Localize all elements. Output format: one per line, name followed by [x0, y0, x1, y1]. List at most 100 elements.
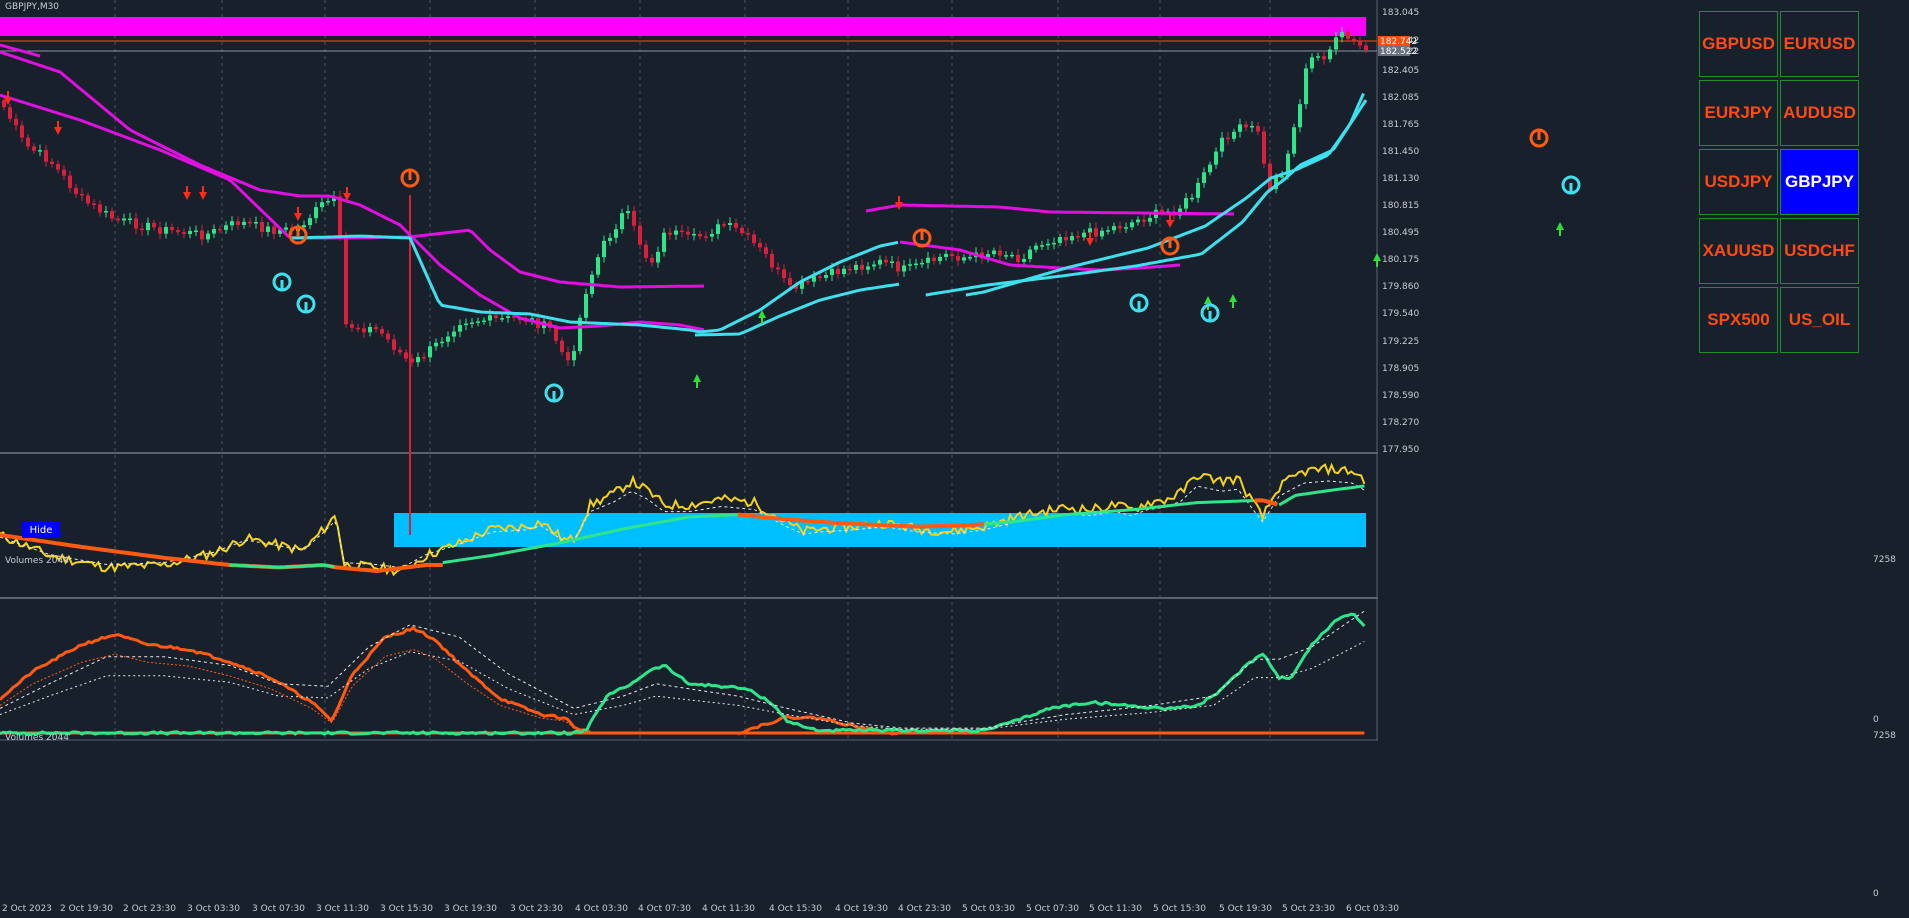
- time-tick-label: 5 Oct 23:30: [1282, 904, 1335, 914]
- candle-body: [560, 340, 564, 353]
- symbol-button-eurusd[interactable]: EURUSD: [1780, 11, 1859, 77]
- candle-body: [68, 175, 72, 188]
- candle-body: [1298, 104, 1302, 128]
- candle-body: [272, 226, 276, 234]
- candle-body: [584, 293, 588, 318]
- candles: [2, 27, 1368, 367]
- chart-canvas[interactable]: 183.045 182.742182.522 182.405 182.085 181.7…: [0, 0, 1909, 918]
- candle-body: [920, 262, 924, 265]
- time-tick-label: 5 Oct 03:30: [962, 904, 1015, 914]
- candle-body: [1076, 236, 1080, 238]
- candle-body: [458, 325, 462, 332]
- volume-orange-line: [1254, 498, 1278, 507]
- candle-body: [770, 253, 774, 268]
- candle-body: [1292, 127, 1296, 154]
- candle-body: [968, 257, 972, 259]
- candle-body: [860, 264, 864, 270]
- time-tick-label: 3 Oct 03:30: [187, 904, 240, 914]
- candle-body: [1358, 40, 1362, 46]
- candle-body: [758, 243, 762, 248]
- candle-body: [1064, 237, 1068, 241]
- candle-body: [350, 324, 354, 328]
- time-tick-label: 2 Oct 2023: [2, 904, 52, 914]
- candle-body: [656, 251, 660, 263]
- candle-body: [1208, 164, 1212, 173]
- candle-body: [1106, 230, 1110, 232]
- candle-body: [494, 315, 498, 319]
- candle-body: [1196, 182, 1200, 198]
- resistance-zone: [0, 17, 1366, 36]
- symbol-button-audusd[interactable]: AUDUSD: [1780, 80, 1859, 146]
- sell-arrow: [294, 213, 302, 221]
- candle-body: [1082, 232, 1086, 238]
- candle-body: [56, 164, 60, 170]
- hide-button[interactable]: Hide: [22, 522, 60, 538]
- candle-body: [1052, 242, 1056, 245]
- candle-body: [626, 211, 630, 214]
- candle-body: [776, 267, 780, 270]
- candle-body: [1190, 197, 1194, 200]
- support-zone: [394, 513, 1366, 547]
- candle-body: [806, 280, 810, 283]
- ma-cyan-right-lower: [925, 92, 1365, 297]
- candle-body: [1202, 172, 1206, 183]
- candle-body: [674, 230, 678, 235]
- symbol-button-gbpusd[interactable]: GBPUSD: [1699, 11, 1778, 77]
- candle-body: [368, 326, 372, 333]
- time-tick-label: 3 Oct 15:30: [380, 904, 433, 914]
- symbol-button-usdjpy[interactable]: USDJPY: [1699, 149, 1778, 215]
- candle-body: [356, 327, 360, 330]
- candle-body: [158, 227, 162, 234]
- candle-body: [1184, 198, 1188, 209]
- candle-body: [194, 230, 198, 233]
- candle-body: [1352, 38, 1356, 41]
- candle-body: [902, 265, 906, 272]
- candle-body: [818, 276, 822, 278]
- candle-body: [824, 275, 828, 278]
- candle-body: [554, 327, 558, 341]
- candle-body: [1226, 137, 1230, 140]
- candle-body: [1118, 226, 1122, 229]
- price-tick-label: 181.450: [1382, 147, 1419, 157]
- candle-body: [206, 233, 210, 240]
- candle-body: [1328, 49, 1332, 60]
- candle-body: [704, 236, 708, 238]
- candle-body: [992, 250, 996, 255]
- time-tick-label: 5 Oct 07:30: [1026, 904, 1079, 914]
- symbol-button-us_oil[interactable]: US_OIL: [1780, 287, 1859, 353]
- price-tick-label: 177.950: [1382, 445, 1419, 455]
- time-tick-label: 4 Oct 03:30: [575, 904, 628, 914]
- time-tick-label: 3 Oct 11:30: [316, 904, 369, 914]
- indicator2-axis-max: 7258: [1873, 731, 1896, 741]
- candle-body: [314, 207, 318, 219]
- indicator1-axis-min: 0: [1873, 715, 1879, 725]
- candle-body: [8, 107, 12, 119]
- price-tick-label: 178.590: [1382, 391, 1419, 401]
- candle-body: [320, 202, 324, 208]
- candle-body: [1136, 219, 1140, 223]
- candle-body: [200, 230, 204, 240]
- candle-body: [932, 257, 936, 261]
- indicator2-title: Volumes 2044: [5, 733, 69, 743]
- symbol-button-eurjpy[interactable]: EURJPY: [1699, 80, 1778, 146]
- candle-body: [890, 261, 894, 264]
- symbol-button-xauusd[interactable]: XAUUSD: [1699, 218, 1778, 284]
- candle-body: [62, 169, 66, 176]
- symbol-button-usdchf[interactable]: USDCHF: [1780, 218, 1859, 284]
- candle-body: [1130, 222, 1134, 228]
- candle-body: [440, 341, 444, 344]
- candle-body: [842, 268, 846, 275]
- candle-body: [26, 137, 30, 147]
- candle-body: [1046, 243, 1050, 246]
- symbol-button-spx500[interactable]: SPX500: [1699, 287, 1778, 353]
- candle-body: [1094, 228, 1098, 237]
- candle-body: [80, 193, 84, 196]
- candle-body: [728, 223, 732, 226]
- time-tick-label: 5 Oct 15:30: [1153, 904, 1206, 914]
- symbol-button-gbpjpy[interactable]: GBPJPY: [1780, 149, 1859, 215]
- candle-body: [218, 229, 222, 231]
- buy-arrow: [1204, 296, 1212, 304]
- candle-body: [146, 222, 150, 231]
- time-tick-label: 4 Oct 15:30: [769, 904, 822, 914]
- candle-body: [170, 227, 174, 231]
